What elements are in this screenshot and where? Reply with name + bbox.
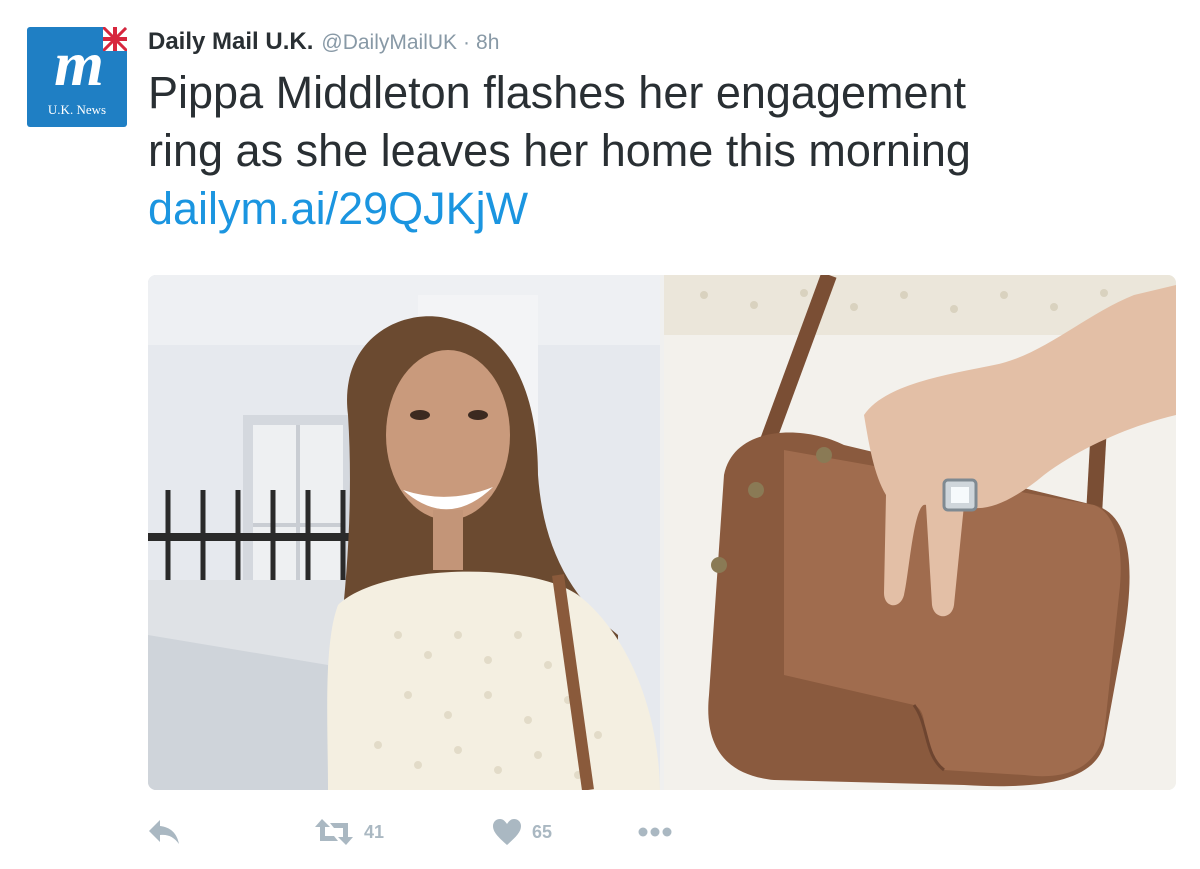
avatar-badge-text: U.K. News <box>47 102 107 117</box>
retweet-icon <box>315 819 353 845</box>
display-name[interactable]: Daily Mail U.K. <box>148 28 313 56</box>
tweet-header: Daily Mail U.K. @DailyMailUK · 8h <box>148 28 499 58</box>
reply-icon <box>149 820 179 844</box>
tweet-link[interactable]: dailym.ai/29QJKjW <box>148 180 1178 238</box>
more-icon <box>638 827 672 837</box>
tweet-text: Pippa Middleton flashes her engagement r… <box>148 64 1178 238</box>
tweet-text-line: ring as she leaves her home this morning <box>148 125 971 176</box>
media-grid <box>148 275 1176 790</box>
more-button[interactable] <box>638 814 672 850</box>
tweet-timestamp[interactable]: 8h <box>476 31 499 55</box>
photo-handbag-ring[interactable] <box>664 275 1176 790</box>
union-flag-icon <box>103 27 127 51</box>
photo-portrait[interactable] <box>148 275 660 790</box>
header-separator: · <box>463 31 471 54</box>
retweet-button[interactable]: 41 <box>314 814 384 850</box>
handbag-ring-photo-icon <box>664 275 1176 790</box>
tweet-text-line: Pippa Middleton flashes her engagement <box>148 67 967 118</box>
reply-button[interactable] <box>148 814 180 850</box>
tweet-card: m U.K. News Daily Mail U.K. @DailyMailUK… <box>0 0 1200 869</box>
avatar[interactable]: m U.K. News <box>27 27 127 127</box>
retweet-count: 41 <box>364 821 385 842</box>
portrait-photo-icon <box>148 275 660 790</box>
like-count: 65 <box>532 821 553 842</box>
heart-icon <box>493 819 521 845</box>
user-handle[interactable]: @DailyMailUK <box>321 31 457 55</box>
like-button[interactable]: 65 <box>492 814 552 850</box>
tweet-actions: 41 65 <box>148 814 848 850</box>
